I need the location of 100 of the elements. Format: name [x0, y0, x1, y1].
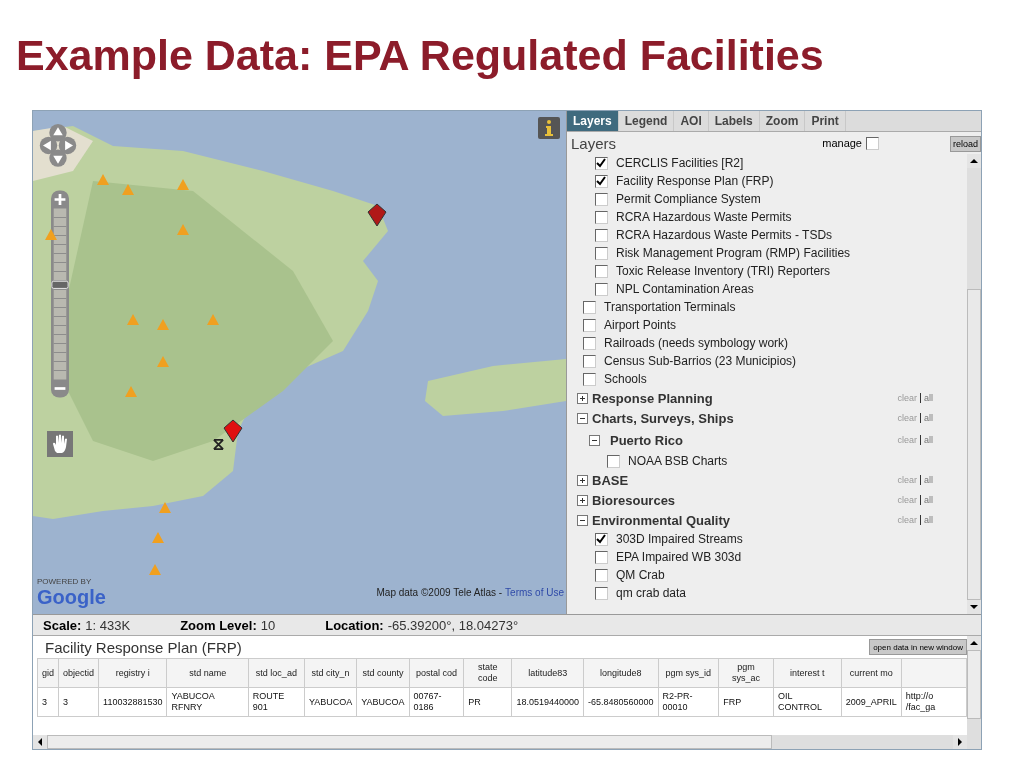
group-label: Response Planning — [592, 390, 713, 406]
layer-checkbox[interactable] — [595, 210, 608, 224]
layer-checkbox[interactable] — [595, 532, 608, 546]
column-header[interactable]: std loc_ad — [248, 658, 305, 688]
column-header[interactable]: pgm sys_ac — [718, 658, 774, 688]
layer-checkbox[interactable] — [583, 372, 596, 386]
table-cell: 18.0519440000 — [511, 687, 584, 717]
scroll-up-button[interactable] — [967, 154, 981, 168]
open-window-button[interactable]: open data in new window — [869, 639, 967, 655]
group-label: Bioresources — [592, 492, 676, 508]
column-header[interactable]: longitude8 — [583, 658, 658, 688]
scroll-up-button[interactable] — [967, 636, 981, 650]
column-header[interactable]: current mo — [841, 658, 902, 688]
slide-title: Example Data: EPA Regulated Facilities — [15, 30, 825, 81]
layer-label: EPA Impaired WB 303d — [616, 550, 742, 564]
layer-label: Transportation Terminals — [604, 300, 736, 314]
layer-checkbox[interactable] — [583, 318, 596, 332]
status-label: Zoom Level: — [180, 617, 257, 633]
group-label: Environmental Quality — [592, 512, 730, 528]
all-link[interactable]: all — [924, 475, 933, 485]
info-icon[interactable] — [538, 117, 560, 139]
column-header[interactable]: std county — [356, 658, 410, 688]
terms-link[interactable]: Terms of Use — [505, 587, 564, 598]
column-header[interactable]: state code — [463, 658, 512, 688]
collapse-icon[interactable] — [577, 412, 588, 424]
layer-checkbox[interactable] — [595, 568, 608, 582]
marker-icon[interactable] — [367, 203, 387, 227]
reload-button[interactable]: reload — [949, 136, 981, 152]
map-attribution: Map data ©2009 Tele Atlas - — [376, 587, 503, 598]
table-cell: 3 — [37, 687, 59, 717]
table-cell: YABUCOA — [304, 687, 357, 717]
all-link[interactable]: all — [924, 393, 933, 403]
hand-icon[interactable] — [47, 431, 73, 457]
column-header[interactable]: latitude83 — [511, 658, 584, 688]
zoom-slider-thumb[interactable] — [51, 280, 69, 289]
layer-checkbox[interactable] — [595, 586, 608, 600]
scrollbar-thumb[interactable] — [967, 288, 981, 600]
layer-label: QM Crab — [616, 568, 665, 582]
panel-tab[interactable]: Legend — [618, 111, 675, 131]
expand-icon[interactable] — [577, 494, 588, 506]
layer-checkbox[interactable] — [595, 282, 608, 296]
column-header[interactable]: interest t — [773, 658, 842, 688]
expand-icon[interactable] — [577, 474, 588, 486]
table-cell: YABUCOA — [356, 687, 410, 717]
layer-checkbox[interactable] — [595, 550, 608, 564]
layer-checkbox[interactable] — [595, 174, 608, 188]
column-header[interactable]: objectid — [58, 658, 99, 688]
column-header[interactable]: postal cod — [409, 658, 464, 688]
status-value: 10 — [260, 617, 276, 633]
all-link[interactable]: all — [924, 435, 933, 445]
table-cell: 2009_APRIL — [841, 687, 902, 717]
layer-label: Toxic Release Inventory (TRI) Reporters — [616, 264, 831, 278]
layer-label: Airport Points — [604, 318, 677, 332]
all-link[interactable]: all — [924, 495, 933, 505]
table-cell: 3 — [58, 687, 99, 717]
layer-checkbox[interactable] — [595, 264, 608, 278]
panel-tab[interactable]: AOI — [674, 111, 709, 131]
layer-checkbox[interactable] — [595, 156, 608, 170]
column-header[interactable]: gid — [37, 658, 59, 688]
scroll-right-button[interactable] — [953, 735, 967, 749]
status-value: -65.39200°, 18.04273° — [387, 617, 519, 633]
layer-label: CERCLIS Facilities [R2] — [616, 156, 744, 170]
layer-checkbox[interactable] — [583, 300, 596, 314]
collapse-icon[interactable] — [577, 514, 588, 526]
panel-tab[interactable]: Layers — [567, 111, 619, 131]
layers-heading: Layers — [571, 134, 617, 152]
collapse-icon[interactable] — [589, 434, 600, 446]
all-link[interactable]: all — [924, 515, 933, 525]
panel-tab[interactable]: Print — [805, 111, 846, 131]
layer-checkbox[interactable] — [583, 354, 596, 368]
group-label: Charts, Surveys, Ships — [592, 410, 734, 426]
column-header[interactable]: std name — [166, 658, 249, 688]
column-header[interactable]: pgm sys_id — [658, 658, 719, 688]
layer-checkbox[interactable] — [583, 336, 596, 350]
data-panel-title: Facility Response Plan (FRP) — [45, 638, 242, 656]
table-cell: PR — [463, 687, 512, 717]
all-link[interactable]: all — [924, 413, 933, 423]
expand-icon[interactable] — [577, 392, 588, 404]
scrollbar-thumb[interactable] — [967, 650, 981, 720]
panel-tab[interactable]: Zoom — [759, 111, 806, 131]
panel-tab[interactable]: Labels — [708, 111, 760, 131]
scroll-left-button[interactable] — [33, 735, 47, 749]
layer-label: Risk Management Program (RMP) Facilities — [616, 246, 851, 260]
column-header[interactable]: registry i — [98, 658, 167, 688]
layer-checkbox[interactable] — [595, 246, 608, 260]
column-header[interactable]: std city_n — [304, 658, 357, 688]
x-marker-icon[interactable] — [213, 439, 224, 450]
table-cell: FRP — [718, 687, 774, 717]
layer-checkbox[interactable] — [595, 228, 608, 242]
layer-checkbox[interactable] — [595, 192, 608, 206]
manage-checkbox[interactable] — [866, 136, 879, 150]
layer-checkbox[interactable] — [607, 454, 620, 468]
table-cell: http://o /fac_ga — [901, 687, 967, 717]
layer-label: Facility Response Plan (FRP) — [616, 174, 774, 188]
layer-label: RCRA Hazardous Waste Permits - TSDs — [616, 228, 833, 242]
table-cell: OIL CONTROL — [773, 687, 842, 717]
scroll-down-button[interactable] — [967, 600, 981, 614]
marker-icon[interactable] — [223, 419, 243, 443]
table-cell: 110032881530 — [98, 687, 167, 717]
scrollbar-thumb[interactable] — [47, 735, 772, 749]
